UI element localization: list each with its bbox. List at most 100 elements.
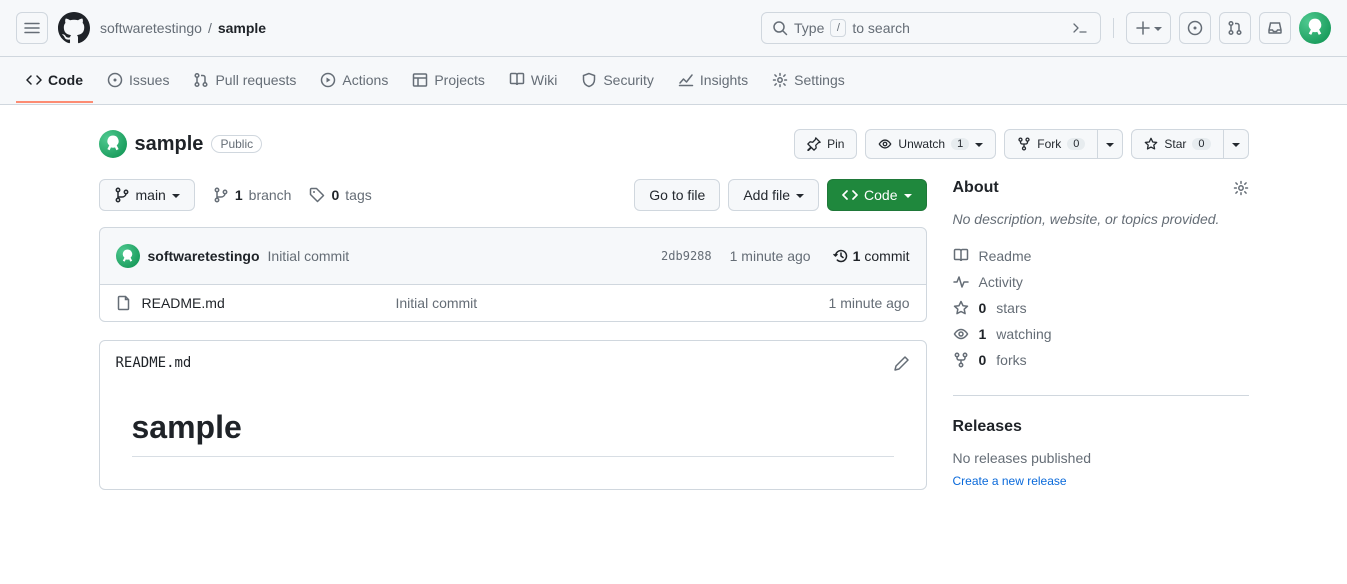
gear-icon [772, 72, 788, 88]
caret-down-icon [975, 137, 983, 151]
hamburger-menu-button[interactable] [16, 12, 48, 44]
caret-down-icon [1106, 137, 1114, 151]
search-icon [772, 20, 788, 36]
github-mark-icon [58, 12, 90, 44]
issue-opened-icon [1187, 20, 1203, 36]
tab-wiki[interactable]: Wiki [499, 59, 567, 103]
activity-link[interactable]: Activity [953, 269, 1249, 295]
releases-title: Releases [953, 418, 1022, 436]
edit-readme-button[interactable] [894, 355, 910, 371]
tab-settings[interactable]: Settings [762, 59, 855, 103]
command-palette-icon [1070, 18, 1090, 38]
caret-down-icon [1232, 137, 1240, 151]
table-icon [412, 72, 428, 88]
issues-tray-button[interactable] [1179, 12, 1211, 44]
eye-icon [878, 137, 892, 151]
repo-title: sample [135, 133, 204, 156]
unwatch-button[interactable]: Unwatch 1 [865, 129, 996, 159]
issues-icon [107, 72, 123, 88]
git-pull-request-icon [1227, 20, 1243, 36]
tab-actions[interactable]: Actions [310, 59, 398, 103]
search-input[interactable]: Type / to search [761, 12, 1101, 44]
readme-filename-link[interactable]: README.md [116, 355, 192, 371]
book-icon [953, 248, 969, 264]
pencil-icon [894, 355, 910, 371]
github-logo[interactable] [58, 12, 90, 44]
fork-dropdown-button[interactable] [1098, 129, 1123, 159]
commit-author-avatar[interactable] [116, 244, 140, 268]
file-commit-message-link[interactable]: Initial commit [396, 295, 770, 311]
fork-count-badge: 0 [1067, 138, 1085, 150]
about-settings-button[interactable] [1233, 180, 1249, 196]
avatar-icon [1305, 18, 1325, 38]
tab-code[interactable]: Code [16, 59, 93, 103]
breadcrumb-repo-link[interactable]: sample [218, 20, 266, 36]
fork-icon [953, 352, 969, 368]
breadcrumb-owner-link[interactable]: softwaretestingo [100, 20, 202, 36]
code-icon [842, 187, 858, 203]
search-hint-prefix: Type [794, 20, 824, 36]
gear-icon [1233, 180, 1249, 196]
pulse-icon [953, 274, 969, 290]
visibility-badge: Public [211, 135, 262, 153]
star-button[interactable]: Star 0 [1131, 129, 1223, 159]
plus-icon [1135, 20, 1151, 36]
caret-down-icon [796, 187, 804, 203]
shield-icon [581, 72, 597, 88]
eye-icon [953, 326, 969, 342]
file-name-link[interactable]: README.md [142, 295, 225, 311]
readme-link[interactable]: Readme [953, 243, 1249, 269]
tab-projects[interactable]: Projects [402, 59, 495, 103]
add-file-button[interactable]: Add file [728, 179, 819, 211]
file-row[interactable]: README.md Initial commit 1 minute ago [100, 285, 926, 321]
user-avatar[interactable] [1299, 12, 1331, 44]
go-to-file-button[interactable]: Go to file [634, 179, 720, 211]
book-icon [509, 72, 525, 88]
branch-selector-button[interactable]: main [99, 179, 195, 211]
commit-sha-link[interactable]: 2db9288 [661, 249, 712, 263]
watching-link[interactable]: 1 watching [953, 321, 1249, 347]
pin-button[interactable]: Pin [794, 129, 857, 159]
commit-message-link[interactable]: Initial commit [268, 248, 654, 264]
hamburger-icon [24, 20, 40, 36]
branches-link[interactable]: 1 branch [213, 187, 292, 203]
watch-count-badge: 1 [951, 138, 969, 150]
star-dropdown-button[interactable] [1224, 129, 1249, 159]
file-icon [116, 295, 132, 311]
tab-issues[interactable]: Issues [97, 59, 179, 103]
fork-button[interactable]: Fork 0 [1004, 129, 1098, 159]
caret-down-icon [904, 187, 912, 203]
avatar-icon [104, 135, 122, 153]
avatar-icon [120, 249, 135, 264]
tags-link[interactable]: 0 tags [309, 187, 371, 203]
file-time: 1 minute ago [770, 295, 910, 311]
divider [1113, 18, 1114, 38]
code-icon [26, 72, 42, 88]
create-release-link[interactable]: Create a new release [953, 474, 1067, 488]
pull-requests-tray-button[interactable] [1219, 12, 1251, 44]
tab-pull-requests[interactable]: Pull requests [183, 59, 306, 103]
notifications-button[interactable] [1259, 12, 1291, 44]
forks-link[interactable]: 0 forks [953, 347, 1249, 373]
readme-heading: sample [132, 385, 894, 457]
releases-none-text: No releases published [953, 450, 1249, 466]
about-no-description: No description, website, or topics provi… [953, 211, 1249, 227]
play-icon [320, 72, 336, 88]
pin-icon [807, 137, 821, 151]
code-download-button[interactable]: Code [827, 179, 926, 211]
star-icon [953, 300, 969, 316]
history-icon [833, 248, 849, 264]
commit-author-link[interactable]: softwaretestingo [148, 248, 260, 264]
create-new-button[interactable] [1126, 12, 1171, 44]
star-icon [1144, 137, 1158, 151]
tab-insights[interactable]: Insights [668, 59, 758, 103]
repo-owner-avatar [99, 130, 127, 158]
stars-link[interactable]: 0 stars [953, 295, 1249, 321]
commits-history-link[interactable]: 1 commit [833, 248, 910, 264]
caret-down-icon [172, 187, 180, 203]
caret-down-icon [1154, 21, 1162, 36]
tab-security[interactable]: Security [571, 59, 664, 103]
pull-request-icon [193, 72, 209, 88]
fork-icon [1017, 137, 1031, 151]
commit-time: 1 minute ago [730, 248, 811, 264]
